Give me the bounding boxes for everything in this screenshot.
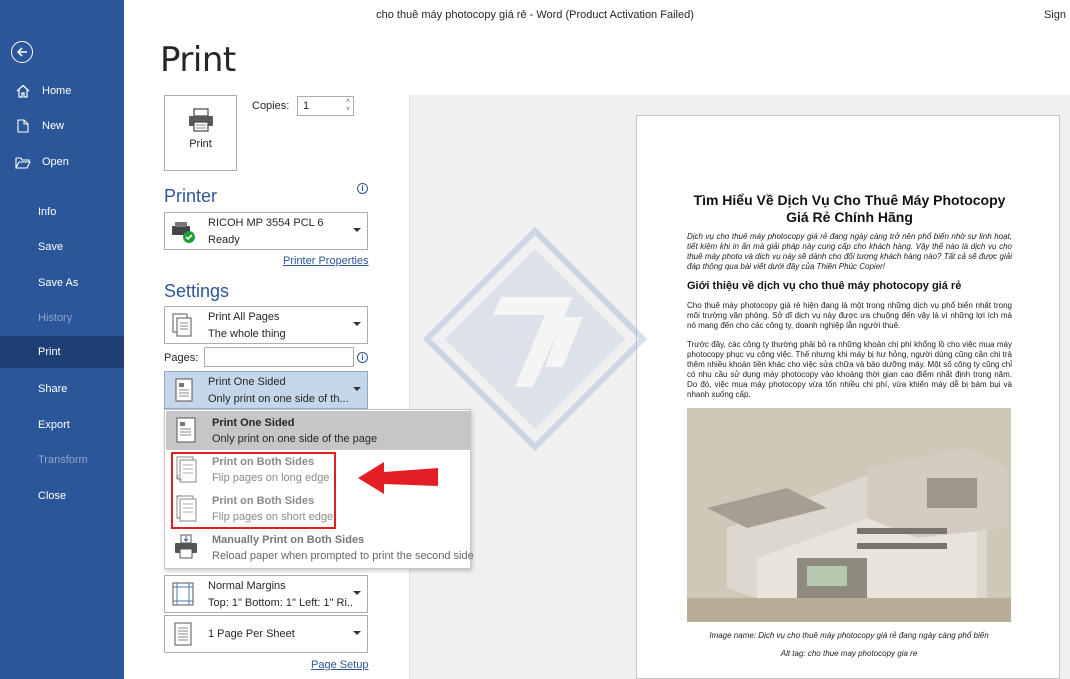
sign-in-link[interactable]: Sign <box>1044 9 1066 21</box>
copies-value: 1 <box>303 100 310 112</box>
sides-desc: Only print on one side of th... <box>208 393 349 405</box>
page-setup-link[interactable]: Page Setup <box>311 659 369 671</box>
sidebar-item-new[interactable]: New <box>0 110 124 142</box>
pages-input[interactable] <box>204 347 354 367</box>
one-sided-icon <box>176 417 196 443</box>
margins-desc: Top: 1" Bottom: 1" Left: 1" Ri... <box>208 597 353 609</box>
page-title: Print <box>160 40 236 80</box>
pages-icon <box>172 313 192 337</box>
sidebar-item-export[interactable]: Export <box>0 409 124 441</box>
margins-icon <box>172 582 194 606</box>
sides-select[interactable]: Print One Sided Only print on one side o… <box>164 371 368 409</box>
sidebar-item-label: History <box>38 312 73 324</box>
printer-icon <box>188 108 213 132</box>
sidebar-item-label: Print <box>38 346 61 358</box>
sidebar-item-share[interactable]: Share <box>0 373 124 405</box>
sidebar-item-label: Info <box>38 206 57 218</box>
red-arrow-icon <box>358 462 438 494</box>
printer-status: Ready <box>208 234 240 246</box>
sidebar-item-label: New <box>42 120 65 132</box>
sidebar-item-label: Export <box>38 419 70 431</box>
sides-title: Print One Sided <box>208 376 286 388</box>
pages-per-sheet-title: 1 Page Per Sheet <box>208 628 295 640</box>
menu-item-one-sided[interactable]: Print One Sided Only print on one side o… <box>166 411 470 450</box>
menu-item-manual-duplex[interactable]: Manually Print on Both Sides Reload pape… <box>166 528 474 567</box>
new-document-icon <box>4 119 42 133</box>
image-caption: Image name: Dịch vụ cho thuê máy photoco… <box>709 631 989 640</box>
print-button[interactable]: Print <box>164 95 237 171</box>
manual-duplex-printer-icon <box>175 534 197 559</box>
sidebar-item-label: Close <box>38 490 67 502</box>
margins-title: Normal Margins <box>208 580 286 592</box>
pages-label: Pages: <box>164 352 199 364</box>
menu-item-desc: Only print on one side of the page <box>212 433 378 445</box>
copies-label: Copies: <box>252 100 290 112</box>
doc-heading: Giới thiệu về dịch vụ cho thuê máy photo… <box>687 280 962 292</box>
sidebar-item-save-as[interactable]: Save As <box>0 267 124 299</box>
sidebar-item-info[interactable]: Info <box>0 196 124 228</box>
chevron-down-icon <box>353 631 361 635</box>
preview-page: Tìm Hiểu Về Dịch Vụ Cho Thuê Máy Photoco… <box>636 115 1060 679</box>
settings-heading: Settings <box>164 281 230 301</box>
highlight-box <box>171 452 336 529</box>
home-icon <box>4 84 42 98</box>
back-arrow-icon[interactable] <box>11 41 33 63</box>
copies-stepper[interactable]: 1 ˄ ˅ <box>297 96 354 116</box>
menu-item-title: Print One Sided <box>212 417 295 429</box>
page-per-sheet-icon <box>174 622 192 646</box>
sidebar-item-label: Save As <box>38 277 79 289</box>
menu-item-desc: Reload paper when prompted to print the … <box>212 550 474 562</box>
pages-per-sheet-select[interactable]: 1 Page Per Sheet <box>164 615 368 653</box>
chevron-down-icon <box>353 591 361 595</box>
sidebar-item-label: Transform <box>38 454 88 466</box>
printer-select[interactable]: RICOH MP 3554 PCL 6 Ready <box>164 212 368 250</box>
sidebar-item-history: History <box>0 302 124 334</box>
info-icon[interactable]: i <box>357 183 368 194</box>
spin-arrows-icon[interactable]: ˄ ˅ <box>346 98 350 114</box>
printer-name: RICOH MP 3554 PCL 6 <box>208 217 324 229</box>
sidebar-item-print[interactable]: Print <box>0 336 124 368</box>
window-title: cho thuê máy photocopy giá rẻ - Word (Pr… <box>376 9 694 21</box>
sidebar-item-open[interactable]: Open <box>0 146 124 178</box>
pages-range-desc: The whole thing <box>208 328 286 340</box>
image-alt-caption: Alt tag: cho thue may photocopy gia re <box>780 649 918 658</box>
sidebar-item-save[interactable]: Save <box>0 231 124 263</box>
print-button-label: Print <box>189 138 212 150</box>
backstage-sidebar: Home New Open Info Save Save As History … <box>0 0 124 679</box>
doc-title: Tìm Hiểu Về Dịch Vụ Cho Thuê Máy Photoco… <box>693 192 1006 225</box>
pages-range-title: Print All Pages <box>208 311 280 323</box>
sidebar-item-transform: Transform <box>0 444 124 476</box>
sidebar-item-close[interactable]: Close <box>0 480 124 512</box>
printer-properties-link[interactable]: Printer Properties <box>283 255 369 267</box>
folder-open-icon <box>4 156 42 169</box>
chevron-down-icon <box>353 387 361 391</box>
printer-ready-icon <box>172 222 195 243</box>
chevron-down-icon <box>353 228 361 232</box>
chevron-down-icon <box>353 322 361 326</box>
pages-range-select[interactable]: Print All Pages The whole thing <box>164 306 368 344</box>
info-icon[interactable]: i <box>357 352 368 363</box>
sidebar-item-label: Share <box>38 383 68 395</box>
menu-item-title: Manually Print on Both Sides <box>212 534 365 546</box>
margins-select[interactable]: Normal Margins Top: 1" Bottom: 1" Left: … <box>164 575 368 613</box>
photocopier-image <box>687 408 1011 622</box>
sidebar-item-label: Save <box>38 241 64 253</box>
printer-heading: Printer <box>164 186 218 206</box>
sidebar-item-label: Home <box>42 85 72 97</box>
doc-paragraph: Trước đây, các công ty thường phải bỏ ra… <box>687 340 1012 399</box>
doc-paragraph: Cho thuê máy photocopy giá rẻ hiện đang … <box>687 301 1012 330</box>
sidebar-item-home[interactable]: Home <box>0 75 124 107</box>
doc-intro: Dịch vụ cho thuê máy photocopy giá rẻ đa… <box>687 232 1012 271</box>
sidebar-item-label: Open <box>42 156 69 168</box>
one-sided-icon <box>175 378 193 402</box>
